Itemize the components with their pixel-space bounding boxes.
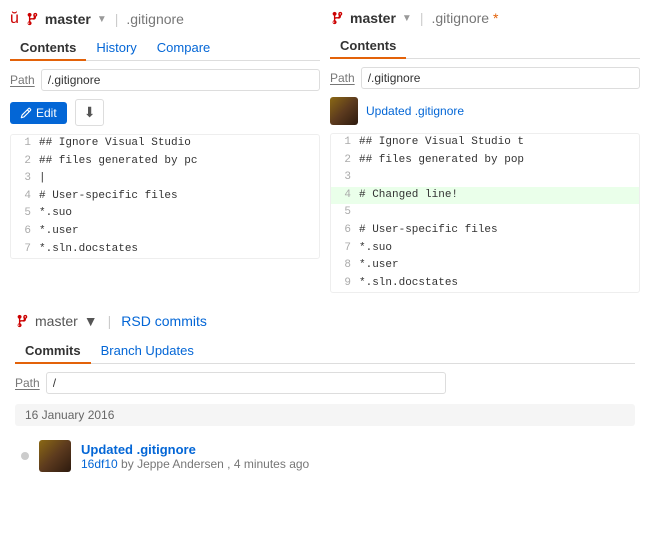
git-branch-icon-bottom [15, 314, 29, 328]
commit-author: Jeppe Andersen [137, 457, 224, 471]
pencil-icon [20, 107, 32, 119]
left-action-bar: Edit ⬇ [10, 99, 320, 126]
bottom-repo-name: RSD commits [121, 313, 207, 329]
git-branch-icon-left [25, 12, 39, 26]
code-line-added: 4# Changed line! [331, 187, 639, 205]
avatar-image-right [330, 97, 358, 125]
code-line: 4# User-specific files [11, 188, 319, 206]
right-panel-header: master ▼ | .gitignore * [330, 10, 640, 26]
right-commit-message[interactable]: Updated .gitignore [366, 104, 464, 118]
bottom-tab-bar: Commits Branch Updates [15, 339, 635, 364]
left-panel-header: ŭ master ▼ | .gitignore [10, 10, 320, 28]
bottom-section: master ▼ | RSD commits Commits Branch Up… [0, 303, 650, 490]
left-path-input[interactable] [41, 69, 320, 91]
commit-info: Updated .gitignore 16df10 by Jeppe Ander… [81, 442, 309, 471]
left-divider: | [115, 11, 119, 27]
download-icon: ⬇ [84, 104, 96, 120]
right-tab-bar: Contents [330, 34, 640, 59]
code-line: 2## files generated by pop [331, 152, 639, 170]
right-path-label: Path [330, 71, 355, 85]
commit-title[interactable]: Updated .gitignore [81, 442, 309, 457]
code-line: 3| [11, 170, 319, 188]
left-tab-bar: Contents History Compare [10, 36, 320, 61]
code-line: 1## Ignore Visual Studio [11, 135, 319, 153]
right-divider: | [420, 10, 424, 26]
bottom-tab-branch-updates[interactable]: Branch Updates [91, 339, 204, 364]
edit-label: Edit [36, 106, 57, 120]
right-file-name: .gitignore * [431, 10, 498, 26]
commit-avatar-right [330, 97, 358, 125]
code-line: 7*.sln.docstates [11, 241, 319, 259]
code-line: 3 [331, 169, 639, 187]
right-panel: master ▼ | .gitignore * Contents Path Up… [330, 10, 640, 293]
git-branch-icon-right [330, 11, 344, 25]
code-line: 8*.user [331, 257, 639, 275]
code-line: 7*.suo [331, 240, 639, 258]
date-group-header: 16 January 2016 [15, 404, 635, 426]
left-path-row: Path [10, 69, 320, 91]
left-tab-history[interactable]: History [86, 36, 146, 61]
code-line: 2## files generated by pc [11, 153, 319, 171]
commit-time-separator: , [227, 457, 234, 471]
bottom-branch-chevron[interactable]: ▼ [84, 313, 98, 329]
bottom-path-input[interactable] [46, 372, 446, 394]
code-line: 9*.sln.docstates [331, 275, 639, 293]
commit-avatar-bottom [39, 440, 71, 472]
code-line: 5 [331, 204, 639, 222]
commit-dot [21, 452, 29, 460]
right-path-input[interactable] [361, 67, 640, 89]
edit-button[interactable]: Edit [10, 102, 67, 124]
commit-meta: 16df10 by Jeppe Andersen , 4 minutes ago [81, 457, 309, 471]
commit-time-ago: 4 minutes ago [234, 457, 309, 471]
right-commit-preview: Updated .gitignore [330, 97, 640, 125]
left-tab-contents[interactable]: Contents [10, 36, 86, 61]
right-branch-chevron[interactable]: ▼ [402, 13, 412, 24]
left-tab-compare[interactable]: Compare [147, 36, 220, 61]
left-panel: ŭ master ▼ | .gitignore Contents History… [10, 10, 320, 293]
bottom-header: master ▼ | RSD commits [15, 313, 635, 329]
bottom-path-label: Path [15, 376, 40, 390]
bottom-tab-commits[interactable]: Commits [15, 339, 91, 364]
branch-icon-left: ŭ [10, 10, 19, 28]
code-line: 6*.user [11, 223, 319, 241]
right-code-block: 1## Ignore Visual Studio t 2## files gen… [330, 133, 640, 293]
commit-author-prefix: by [121, 457, 137, 471]
left-file-name: .gitignore [126, 11, 184, 27]
left-branch-chevron[interactable]: ▼ [97, 14, 107, 25]
download-button[interactable]: ⬇ [75, 99, 105, 126]
left-branch-name[interactable]: master [45, 11, 91, 27]
code-line: 1## Ignore Visual Studio t [331, 134, 639, 152]
code-line: 6# User-specific files [331, 222, 639, 240]
commit-hash[interactable]: 16df10 [81, 457, 118, 471]
right-tab-contents[interactable]: Contents [330, 34, 406, 59]
bottom-branch-name[interactable]: master [35, 313, 78, 329]
right-path-row: Path [330, 67, 640, 89]
bottom-divider: | [108, 313, 112, 329]
code-line: 5*.suo [11, 205, 319, 223]
right-branch-name[interactable]: master [350, 10, 396, 26]
left-code-block: 1## Ignore Visual Studio 2## files gener… [10, 134, 320, 259]
left-path-label: Path [10, 73, 35, 87]
bottom-path-row: Path [15, 372, 635, 394]
commit-row: Updated .gitignore 16df10 by Jeppe Ander… [15, 432, 635, 480]
